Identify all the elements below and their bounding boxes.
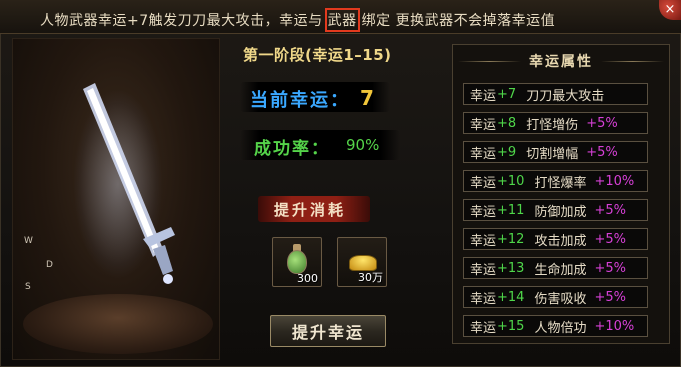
upgrade-luck-button[interactable]: 提升幸运 (270, 315, 386, 347)
attribute-level: +8 (497, 115, 517, 131)
stage-title: 第一阶段(幸运1–15) (243, 46, 392, 64)
attribute-key: 幸运 (470, 204, 497, 220)
attribute-row: 幸运 +10 打怪爆率 +10% (463, 170, 648, 192)
attribute-name: 伤害吸收 (534, 291, 587, 307)
cost-label: 提升消耗 (274, 201, 347, 219)
attribute-bonus: +5% (586, 144, 618, 160)
attribute-row: 幸运 +13 生命加成 +5% (463, 257, 648, 279)
direction-s: S (25, 282, 31, 292)
attribute-row: 幸运 +14 伤害吸收 +5% (463, 286, 648, 308)
attribute-level: +12 (497, 231, 525, 247)
attribute-name: 刀刀最大攻击 (526, 88, 605, 104)
attribute-name: 生命加成 (534, 262, 587, 278)
attribute-row: 幸运 +9 切割增幅 +5% (463, 141, 648, 163)
attribute-name: 人物倍功 (534, 320, 587, 336)
attribute-row: 幸运 +12 攻击加成 +5% (463, 228, 648, 250)
attribute-key: 幸运 (470, 320, 497, 336)
notice-bar: 人物武器幸运+7触发刀刀最大攻击，幸运与 武器 绑定 更换武器不会掉落幸运值 (0, 0, 681, 34)
direction-d: D (46, 260, 53, 270)
pedestal (23, 294, 213, 354)
attribute-bonus: +5% (594, 260, 626, 276)
attribute-key: 幸运 (470, 146, 497, 162)
attribute-name: 切割增幅 (526, 146, 579, 162)
attribute-key: 幸运 (470, 233, 497, 249)
direction-w: W (24, 236, 33, 246)
cost-item-quantity: 300 (297, 272, 318, 285)
cost-item-slot[interactable]: 300 (272, 237, 322, 287)
attribute-key: 幸运 (470, 117, 497, 133)
potion-icon (287, 250, 307, 274)
attribute-key: 幸运 (470, 175, 497, 191)
header-divider-right (601, 60, 664, 62)
attribute-name: 攻击加成 (534, 233, 587, 249)
attribute-row: 幸运 +11 防御加成 +5% (463, 199, 648, 221)
attribute-bonus: +10% (594, 318, 635, 334)
success-rate-label: 成功率： (254, 139, 330, 159)
success-rate-value: 90% (346, 136, 380, 154)
attribute-name: 打怪增伤 (526, 117, 579, 133)
header-divider-left (458, 60, 521, 62)
attribute-level: +9 (497, 144, 517, 160)
notice-before: 人物武器幸运+7触发刀刀最大攻击，幸运与 (40, 13, 323, 29)
attributes-header: 幸运属性 (458, 50, 664, 72)
notice-highlight: 武器 (324, 8, 360, 32)
attribute-row: 幸运 +15 人物倍功 +10% (463, 315, 648, 337)
attribute-bonus: +5% (594, 289, 626, 305)
attribute-level: +7 (497, 86, 517, 102)
attribute-key: 幸运 (470, 262, 497, 278)
attribute-name: 打怪爆率 (534, 175, 587, 191)
attribute-row: 幸运 +8 打怪增伤 +5% (463, 112, 648, 134)
attribute-level: +10 (497, 173, 525, 189)
attribute-level: +11 (497, 202, 525, 218)
cost-gold-quantity: 30万 (358, 271, 383, 284)
attribute-key: 幸运 (470, 88, 497, 104)
weapon-display: W A D S (12, 38, 220, 360)
attribute-row: 幸运 +7 刀刀最大攻击 (463, 83, 648, 105)
notice-after: 绑定 更换武器不会掉落幸运值 (361, 13, 556, 29)
cost-gold-slot[interactable]: 30万 (337, 237, 387, 287)
attribute-bonus: +10% (594, 173, 635, 189)
attribute-level: +15 (497, 318, 525, 334)
close-icon: × (664, 1, 676, 17)
attribute-level: +14 (497, 289, 525, 305)
attribute-name: 防御加成 (534, 204, 587, 220)
current-luck-label: 当前幸运： (250, 90, 350, 111)
attribute-bonus: +5% (586, 115, 618, 131)
attribute-bonus: +5% (594, 202, 626, 218)
attribute-level: +13 (497, 260, 525, 276)
notice-text: 人物武器幸运+7触发刀刀最大攻击，幸运与 武器 绑定 更换武器不会掉落幸运值 (40, 8, 555, 32)
current-luck-value: 7 (360, 86, 374, 110)
attribute-key: 幸运 (470, 291, 497, 307)
attribute-bonus: +5% (594, 231, 626, 247)
attributes-title: 幸运属性 (529, 54, 593, 70)
